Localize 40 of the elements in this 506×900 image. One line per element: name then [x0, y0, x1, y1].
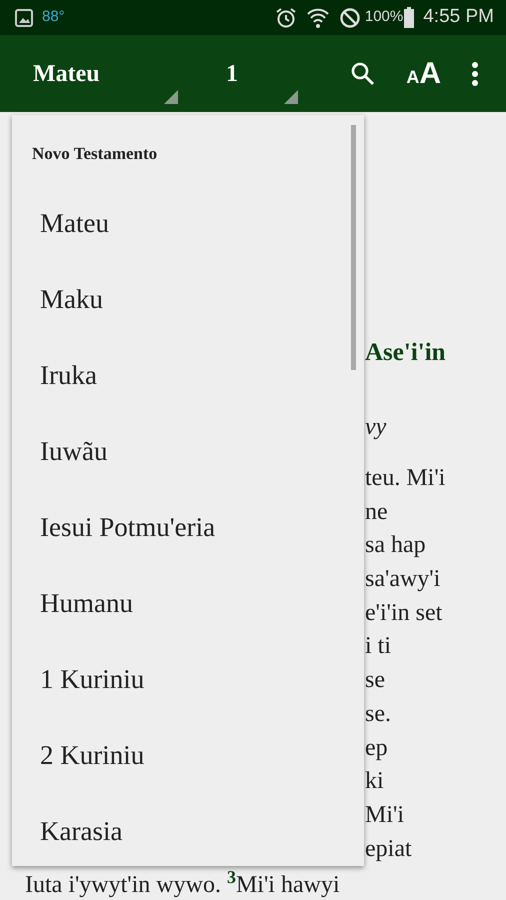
verse-line: sa hap — [365, 532, 426, 558]
menu-header: Novo Testamento — [31, 143, 158, 165]
blocked-icon — [338, 6, 361, 28]
book-item[interactable]: 2 Kuriniu — [12, 717, 364, 793]
book-item[interactable]: Humanu — [12, 565, 364, 641]
verse-line: ep — [365, 734, 388, 760]
verse-line: Mi'i — [365, 802, 404, 828]
book-item[interactable]: Iruka — [12, 337, 364, 413]
temperature-text: 88° — [42, 7, 65, 28]
section-heading: Ase'i'in — [364, 338, 447, 368]
verse-line: Iuta i'ywyt'in wywo. $^{3}$Mi'i hawyi — [25, 872, 340, 898]
more-options-icon — [471, 60, 479, 86]
subtitle-text: vy — [364, 413, 388, 442]
verse-line: teu. Mi'i — [365, 465, 446, 491]
verse-line: epiat — [365, 836, 412, 862]
dropdown-triangle-icon — [284, 90, 298, 104]
alarm-icon — [274, 6, 297, 28]
book-item[interactable]: Karasia — [12, 793, 364, 869]
verse-line: se — [365, 667, 385, 694]
text-size-button[interactable]: AA — [406, 51, 441, 96]
dropdown-triangle-icon — [164, 90, 178, 104]
book-dropdown[interactable]: Mateu — [33, 35, 178, 112]
verse-line: se. — [365, 700, 391, 727]
chapter-dropdown[interactable]: 1 — [178, 35, 298, 112]
book-item[interactable]: Maku — [12, 261, 364, 337]
battery-text: 100% — [364, 7, 404, 28]
image-icon — [14, 8, 34, 28]
verse-line: ki — [365, 768, 384, 794]
book-item[interactable]: Iesui Potmu'eria — [12, 489, 364, 565]
battery-icon — [403, 6, 416, 28]
verse-line: i ti — [365, 633, 392, 660]
wifi-icon — [306, 6, 329, 28]
verse-line: sa'awy'i — [365, 566, 440, 592]
verse-line: ne — [365, 498, 388, 525]
clock-text: 4:55 PM — [423, 5, 494, 30]
verse-line: e'i'in set — [365, 600, 442, 626]
book-item[interactable]: 1 Kuriniu — [12, 641, 364, 717]
search-icon — [350, 60, 376, 86]
book-item[interactable]: Iuwãu — [12, 413, 364, 489]
book-item[interactable]: Mateu — [12, 185, 364, 261]
